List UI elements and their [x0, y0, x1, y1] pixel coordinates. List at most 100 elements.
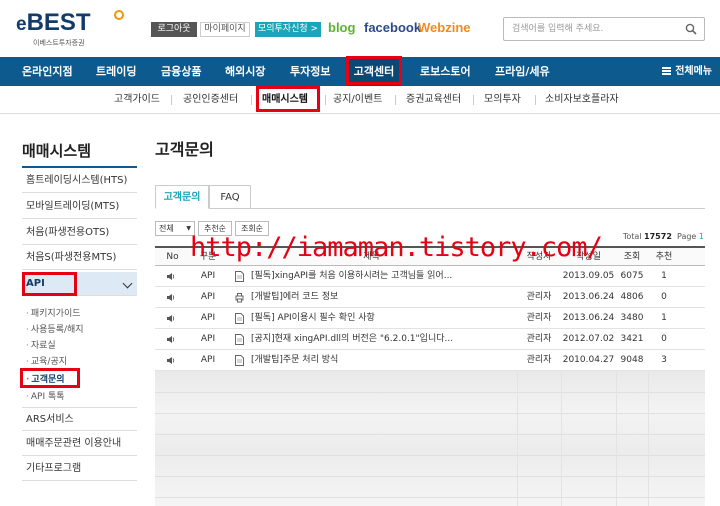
- gnb-item-trading[interactable]: 트레이딩: [96, 57, 136, 86]
- table-row[interactable]: API [필독] API이용시 필수 확인 사항 관리자 2013.06.24 …: [155, 308, 705, 329]
- row-recommend: 0: [661, 334, 667, 344]
- side-item-order-guide[interactable]: 매매주문관련 이용안내: [22, 432, 137, 456]
- row-views: 3421: [620, 334, 644, 344]
- all-menu-label: 전체메뉴: [675, 66, 712, 77]
- side-item-api-label: API: [26, 278, 45, 289]
- side-item-hts[interactable]: 홈트레이딩시스템(HTS): [22, 169, 137, 193]
- side-sub-archive[interactable]: 자료실: [26, 338, 56, 351]
- lnb-item-notice-event[interactable]: 공지/이벤트: [333, 86, 382, 114]
- tab-customer-inquiry[interactable]: 고객문의: [155, 185, 209, 209]
- all-menu-button[interactable]: 전체메뉴: [662, 57, 712, 86]
- search-box: [503, 17, 705, 41]
- blur-row-line: [155, 392, 705, 393]
- side-sub-registration[interactable]: 사용등록/해지: [26, 322, 84, 335]
- row-title[interactable]: [개발팁]에러 코드 정보: [251, 287, 517, 308]
- row-category: API: [200, 334, 216, 344]
- row-date: 2013.06.24: [562, 313, 615, 323]
- side-sub-package-guide[interactable]: 패키지가이드: [26, 306, 81, 319]
- page-label: Page: [676, 232, 697, 241]
- gnb-item-online-branch[interactable]: 온라인지점: [22, 57, 73, 86]
- gnb-item-robo-store[interactable]: 로보스토어: [420, 57, 471, 86]
- search-input[interactable]: [504, 18, 674, 40]
- blog-link[interactable]: blog: [328, 20, 355, 35]
- col-views: 조회: [623, 252, 641, 262]
- side-sub-customer-inquiry[interactable]: 고객문의: [26, 372, 64, 385]
- lnb-item-cert-center[interactable]: 공인인증센터: [183, 86, 238, 114]
- chevron-down-icon: [122, 278, 133, 289]
- lnb-item-customer-guide[interactable]: 고객가이드: [114, 86, 160, 114]
- row-recommend: 1: [661, 313, 667, 323]
- speaker-icon: [167, 357, 175, 364]
- blur-col-line: [561, 371, 562, 506]
- side-item-mts[interactable]: 모바일트레이딩(MTS): [22, 195, 137, 219]
- lnb-item-trading-system[interactable]: 매매시스템: [262, 86, 308, 114]
- row-category: API: [200, 292, 216, 302]
- blur-row-line: [155, 455, 705, 456]
- side-item-ars[interactable]: ARS서비스: [22, 407, 137, 431]
- row-category: API: [200, 313, 216, 323]
- row-views: 6075: [620, 271, 644, 281]
- side-item-cheoeum-s[interactable]: 처음S(파생전용MTS): [22, 246, 137, 270]
- lnb-divider: [251, 95, 252, 105]
- document-icon: [235, 271, 244, 282]
- table-row[interactable]: API [개발팁]에러 코드 정보 관리자 2013.06.24 4806 0: [155, 287, 705, 308]
- row-recommend: 0: [661, 292, 667, 302]
- row-views: 9048: [620, 355, 644, 365]
- watermark-url: http://iamaman.tistory.com/: [190, 232, 603, 263]
- filter-select[interactable]: 전체: [155, 221, 195, 236]
- row-title[interactable]: [공지]현재 xingAPI.dll의 버전은 "6.2.0.1"입니다...: [251, 329, 517, 350]
- gnb-item-overseas-market[interactable]: 해외시장: [225, 57, 265, 86]
- document-icon: [235, 313, 244, 324]
- speaker-icon: [167, 336, 175, 343]
- row-title[interactable]: [개발팁]주문 처리 방식: [251, 350, 517, 371]
- tab-faq[interactable]: FAQ: [209, 185, 251, 209]
- table-row[interactable]: API [필독]xingAPI를 처음 이용하시려는 고객님들 읽어... 20…: [155, 266, 705, 287]
- logo-dot-icon: [114, 10, 124, 20]
- blurred-rows: [155, 371, 705, 506]
- document-icon: [235, 355, 244, 366]
- hamburger-icon: [662, 67, 672, 75]
- side-item-api[interactable]: API: [22, 272, 137, 296]
- ebest-logo[interactable]: eBEST 이베스트투자증권: [16, 9, 126, 49]
- mock-invest-apply-button[interactable]: 모의투자신청 >: [255, 22, 321, 37]
- logout-button[interactable]: 로그아웃: [151, 22, 197, 37]
- mypage-button[interactable]: 마이페이지: [200, 22, 250, 37]
- sub-nav: 고객가이드 공인인증센터 매매시스템 공지/이벤트 증권교육센터 모의투자 소비…: [0, 86, 720, 114]
- col-recommend: 추천: [655, 252, 673, 262]
- blur-row-line: [155, 476, 705, 477]
- gnb-item-customer-center[interactable]: 고객센터: [347, 57, 401, 86]
- lnb-item-consumer-protection[interactable]: 소비자보호플라자: [545, 86, 619, 114]
- webzine-link[interactable]: Webzine: [418, 20, 471, 35]
- side-title-underline: [22, 166, 137, 168]
- row-title[interactable]: [필독]xingAPI를 처음 이용하시려는 고객님들 읽어...: [251, 266, 517, 287]
- lnb-divider: [395, 95, 396, 105]
- speaker-icon: [167, 315, 175, 322]
- side-menu-title: 매매시스템: [22, 142, 92, 160]
- document-icon: [235, 334, 244, 345]
- lnb-item-education-center[interactable]: 증권교육센터: [406, 86, 461, 114]
- row-category: API: [200, 355, 216, 365]
- side-sub-edu-notice[interactable]: 교육/공지: [26, 354, 67, 367]
- gnb-item-investment-info[interactable]: 투자정보: [290, 57, 330, 86]
- side-item-other-programs[interactable]: 기타프로그램: [22, 457, 137, 481]
- facebook-link[interactable]: facebook: [364, 20, 421, 35]
- blur-col-line: [648, 371, 649, 506]
- lnb-divider: [473, 95, 474, 105]
- row-date: 2010.04.27: [562, 355, 615, 365]
- lnb-item-mock-invest[interactable]: 모의투자: [484, 86, 521, 114]
- table-row[interactable]: API [공지]현재 xingAPI.dll의 버전은 "6.2.0.1"입니다…: [155, 329, 705, 350]
- side-sub-api-talk[interactable]: API 톡톡: [26, 389, 65, 402]
- side-item-ots[interactable]: 처음(파생전용OTS): [22, 221, 137, 245]
- row-author: 관리자: [526, 292, 552, 302]
- row-title[interactable]: [필독] API이용시 필수 확인 사항: [251, 308, 517, 329]
- table-row[interactable]: API [개발팁]주문 처리 방식 관리자 2010.04.27 9048 3: [155, 350, 705, 371]
- blur-row-line: [155, 497, 705, 498]
- page-title: 고객문의: [155, 140, 214, 159]
- search-icon[interactable]: [685, 23, 697, 35]
- total-count: Total 17572 Page 1: [623, 232, 704, 241]
- lnb-divider: [171, 95, 172, 105]
- lnb-divider: [535, 95, 536, 105]
- page-value: 1: [698, 232, 704, 241]
- gnb-item-financial-products[interactable]: 금융상품: [161, 57, 201, 86]
- gnb-item-prime[interactable]: 프라임/세유: [495, 57, 550, 86]
